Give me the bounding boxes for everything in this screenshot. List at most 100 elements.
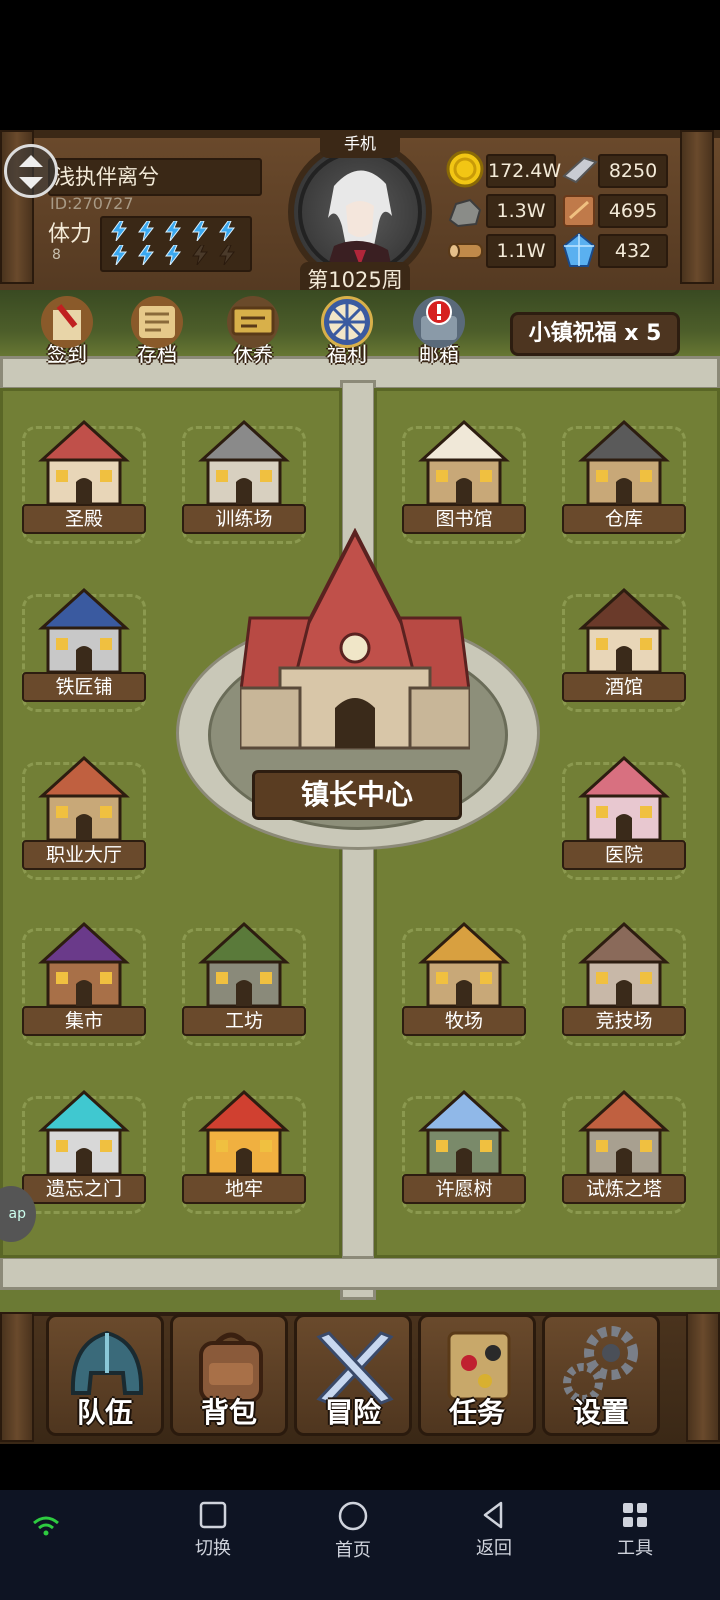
stamina-bolt-icon <box>111 221 128 241</box>
wood-post-right <box>680 130 714 284</box>
stamina-bolt-icon <box>219 221 236 241</box>
stamina-bolt-icon <box>111 245 128 265</box>
resource-leather[interactable] <box>560 192 598 234</box>
player-id: ID:270727 <box>50 194 134 213</box>
menu-post-right <box>686 1312 720 1442</box>
building-art-icon <box>38 921 130 1008</box>
team-button[interactable]: 队伍 <box>46 1314 164 1436</box>
building-10[interactable]: 牧场 <box>396 918 532 1048</box>
resource-stone[interactable] <box>446 192 484 234</box>
building-14[interactable]: 许愿树 <box>396 1086 532 1216</box>
building-art-icon <box>578 921 670 1008</box>
resource-gold[interactable] <box>446 150 484 192</box>
nav-label: 返回 <box>476 1538 512 1559</box>
building-2[interactable]: 图书馆 <box>396 416 532 546</box>
building-7[interactable]: 医院 <box>556 752 692 882</box>
backpack-button[interactable]: 背包 <box>170 1314 288 1436</box>
building-6[interactable]: 职业大厅 <box>16 752 152 882</box>
sign-in-icon <box>41 296 93 348</box>
town-hall-label[interactable]: 镇长中心 <box>252 770 462 820</box>
building-8[interactable]: 集市 <box>16 918 152 1048</box>
resource-crystal[interactable] <box>560 232 598 274</box>
quick-welfare[interactable]: 福利 <box>312 296 382 376</box>
gold-coin-icon <box>446 150 484 188</box>
settings-button[interactable]: 设置 <box>542 1314 660 1436</box>
building-label: 许愿树 <box>402 1174 526 1204</box>
iron-ingot-icon <box>562 156 598 184</box>
building-art-icon <box>38 755 130 842</box>
adventure-button[interactable]: 冒险 <box>294 1314 412 1436</box>
rest-sign-icon <box>227 296 279 348</box>
building-art-icon <box>418 921 510 1008</box>
quick-mailbox[interactable]: 邮箱 <box>404 296 474 376</box>
nav-switch[interactable]: 切换 <box>168 1500 258 1560</box>
mailbox-icon <box>413 296 465 348</box>
quick-sign-in[interactable]: 签到 <box>32 296 102 376</box>
nav-label: 工具 <box>617 1538 653 1559</box>
resource-value: 432 <box>598 234 668 268</box>
back-triangle-icon <box>483 1501 503 1529</box>
building-3[interactable]: 仓库 <box>556 416 692 546</box>
building-5[interactable]: 酒馆 <box>556 584 692 714</box>
scroll-toggle-button[interactable] <box>4 144 58 198</box>
building-4[interactable]: 铁匠铺 <box>16 584 152 714</box>
building-art-icon <box>418 1089 510 1176</box>
building-9[interactable]: 工坊 <box>176 918 312 1048</box>
resource-value: 1.3W <box>486 194 556 228</box>
building-label: 铁匠铺 <box>22 672 146 702</box>
grid-icon <box>623 1503 647 1527</box>
building-13[interactable]: 地牢 <box>176 1086 312 1216</box>
stamina-label: 体力 <box>48 222 93 247</box>
nav-label: 切换 <box>195 1538 231 1559</box>
nav-home[interactable]: 首页 <box>308 1500 398 1562</box>
building-11[interactable]: 竞技场 <box>556 918 692 1048</box>
resource-value: 172.4W <box>486 154 561 188</box>
quest-button[interactable]: 任务 <box>418 1314 536 1436</box>
road-bottom <box>0 1256 720 1290</box>
welfare-wheel-icon <box>321 296 373 348</box>
crystal-icon <box>562 232 596 267</box>
nav-tools[interactable]: 工具 <box>590 1500 680 1560</box>
nav-back[interactable]: 返回 <box>449 1500 539 1560</box>
resource-value: 4695 <box>598 194 668 228</box>
resource-wood[interactable] <box>446 232 484 274</box>
avatar-portrait-icon <box>324 170 394 278</box>
up-down-arrows-icon <box>19 155 43 189</box>
device-tag: 手机 <box>320 130 400 158</box>
resource-iron[interactable] <box>560 150 598 192</box>
wifi-status <box>26 1516 66 1540</box>
menu-label: 任务 <box>448 1396 505 1429</box>
building-label: 医院 <box>562 840 686 870</box>
building-art-icon <box>198 1089 290 1176</box>
menu-label: 背包 <box>200 1396 257 1429</box>
building-art-icon <box>198 419 290 506</box>
building-1[interactable]: 训练场 <box>176 416 312 546</box>
stamina-bolt-icon <box>165 221 182 241</box>
building-art-icon <box>578 587 670 674</box>
building-0[interactable]: 圣殿 <box>16 416 152 546</box>
quick-save[interactable]: 存档 <box>122 296 192 376</box>
stamina-bolt-icon <box>138 221 155 241</box>
building-label: 试炼之塔 <box>562 1174 686 1204</box>
nav-label: 首页 <box>335 1540 371 1561</box>
building-art-icon <box>418 419 510 506</box>
building-art-icon <box>198 921 290 1008</box>
town-blessing-button[interactable]: 小镇祝福 x 5 <box>510 312 680 356</box>
stamina-value: 8 <box>52 247 61 263</box>
stamina-bolt-icon <box>192 245 209 265</box>
building-art-icon <box>38 587 130 674</box>
menu-label: 设置 <box>572 1396 629 1429</box>
building-art-icon <box>578 419 670 506</box>
building-label: 仓库 <box>562 504 686 534</box>
leather-icon <box>563 195 595 227</box>
building-label: 工坊 <box>182 1006 306 1036</box>
quick-rest[interactable]: 休养 <box>218 296 288 376</box>
circle-icon <box>338 1501 368 1531</box>
building-label: 竞技场 <box>562 1006 686 1036</box>
player-name[interactable]: 浅执伴离兮 <box>48 158 262 196</box>
building-15[interactable]: 试炼之塔 <box>556 1086 692 1216</box>
building-12[interactable]: 遗忘之门 <box>16 1086 152 1216</box>
resource-value: 8250 <box>598 154 668 188</box>
building-art-icon <box>578 1089 670 1176</box>
town-hall-building[interactable] <box>238 527 472 758</box>
